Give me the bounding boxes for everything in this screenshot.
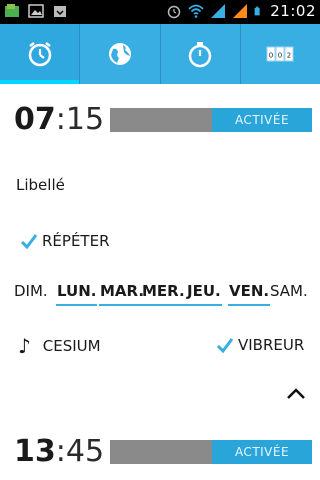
download-icon xyxy=(54,6,66,17)
battery-icon xyxy=(254,6,260,16)
day-ven[interactable]: VEN. xyxy=(227,282,271,306)
repeat-label: RÉPÉTER xyxy=(42,232,110,250)
alarm-label-field[interactable]: Libellé xyxy=(16,176,65,194)
ringtone-selector[interactable]: ♪ CESIUM xyxy=(18,336,101,356)
alarm-separator: : xyxy=(55,434,66,469)
alarm-icon xyxy=(168,5,181,19)
alarm-time[interactable]: 07:15 xyxy=(14,102,104,137)
day-jeu[interactable]: JEU. xyxy=(186,282,222,306)
tab-alarm[interactable] xyxy=(0,24,81,84)
alarm-item: 07:15 ACTIVÉE xyxy=(14,102,314,142)
status-bar: 21:02 xyxy=(0,0,320,24)
checkmark-icon xyxy=(216,338,234,354)
globe-icon xyxy=(108,43,131,65)
day-lun[interactable]: LUN. xyxy=(55,282,98,306)
tab-stopwatch[interactable] xyxy=(161,24,241,84)
svg-text:2: 2 xyxy=(287,52,291,60)
svg-text:0: 0 xyxy=(269,52,273,60)
vibrate-label: VIBREUR xyxy=(238,336,305,354)
alarm-separator: : xyxy=(55,102,66,137)
checkmark-icon xyxy=(20,234,38,250)
svg-text:0: 0 xyxy=(278,52,282,60)
ringtone-name: CESIUM xyxy=(42,337,101,355)
alarm-clock-icon xyxy=(28,42,51,67)
timer-counter-icon: 0 0 2 xyxy=(266,46,294,62)
wifi-icon xyxy=(188,4,204,18)
alarm-toggle[interactable]: ACTIVÉE xyxy=(110,108,312,132)
alarm-item: 13:45 ACTIVÉE xyxy=(14,434,314,474)
tab-bar: 0 0 2 xyxy=(0,24,320,84)
tab-timer[interactable]: 0 0 2 xyxy=(241,24,320,84)
alarm-time[interactable]: 13:45 xyxy=(14,434,104,469)
alarm-toggle-label: ACTIVÉE xyxy=(212,108,312,132)
day-mer[interactable]: MER. xyxy=(141,282,186,306)
day-dim[interactable]: DIM. xyxy=(14,282,48,300)
repeat-checkbox[interactable]: RÉPÉTER xyxy=(20,232,110,250)
alarm-toggle-label: ACTIVÉE xyxy=(212,440,312,464)
clock-time: 21:02 xyxy=(270,2,316,20)
alarm-minutes: 15 xyxy=(65,102,105,137)
alarm-minutes: 45 xyxy=(65,434,105,469)
signal-icon xyxy=(211,4,226,18)
alarm-toggle[interactable]: ACTIVÉE xyxy=(110,440,312,464)
signal-alt-icon xyxy=(233,4,248,18)
repeat-days: DIM. LUN. MAR. MER. JEU. VEN. SAM. xyxy=(14,282,314,308)
stopwatch-icon xyxy=(188,42,212,68)
chevron-up-icon[interactable] xyxy=(284,384,308,404)
alarm-hours: 07 xyxy=(14,102,56,137)
alarm-hours: 13 xyxy=(14,434,56,469)
vibrate-checkbox[interactable]: VIBREUR xyxy=(216,336,304,354)
image-icon xyxy=(28,4,44,18)
day-mar[interactable]: MAR. xyxy=(98,282,146,306)
app-notification-icon xyxy=(5,4,19,17)
tab-world-clock[interactable] xyxy=(80,24,161,84)
day-sam[interactable]: SAM. xyxy=(270,282,308,300)
music-note-icon: ♪ xyxy=(18,334,31,358)
